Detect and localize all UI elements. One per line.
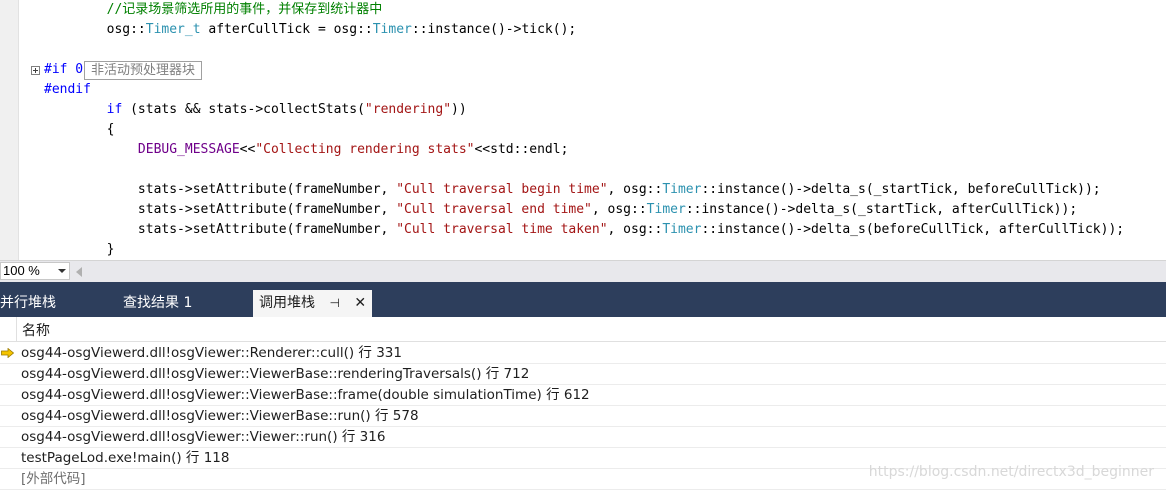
- watermark: https://blog.csdn.net/directx3d_beginner: [868, 464, 1154, 480]
- code-token: "rendering": [364, 102, 452, 117]
- code-editor[interactable]: //记录场景筛选所用的事件，并保存到统计器中 osg::Timer_t afte…: [0, 0, 1166, 260]
- header-gutter: [0, 317, 17, 341]
- call-stack-row[interactable]: osg44-osgViewerd.dll!osgViewer::ViewerBa…: [0, 364, 1166, 385]
- code-token: ::instance()->delta_s(_startTick, afterC…: [685, 202, 1078, 217]
- code-token: Timer: [662, 222, 702, 237]
- code-line[interactable]: //记录场景筛选所用的事件，并保存到统计器中: [44, 0, 383, 20]
- code-token: "Cull traversal time taken": [396, 222, 608, 237]
- code-token: Timer_t: [145, 22, 201, 37]
- current-frame-arrow-icon: [1, 348, 14, 358]
- code-token: , osg::: [591, 202, 647, 217]
- code-token: "Cull traversal begin time": [396, 182, 608, 197]
- code-token: if: [106, 102, 123, 117]
- column-header: 名称: [0, 317, 1166, 342]
- code-token: ::instance()->delta_s(beforeCullTick, af…: [701, 222, 1125, 237]
- code-token: DEBUG_MESSAGE: [137, 142, 240, 157]
- code-token: afterCullTick = osg::: [200, 22, 373, 37]
- code-token: Timer: [662, 182, 702, 197]
- call-stack-frame-text: osg44-osgViewerd.dll!osgViewer::ViewerBa…: [21, 366, 530, 382]
- code-token: #if 0: [44, 62, 84, 77]
- zoom-value: 100 %: [3, 263, 40, 278]
- code-token: {: [44, 122, 115, 137]
- call-stack-row[interactable]: osg44-osgViewerd.dll!osgViewer::ViewerBa…: [0, 385, 1166, 406]
- code-line[interactable]: osg::Timer_t afterCullTick = osg::Timer:…: [44, 20, 577, 40]
- code-token: //记录场景筛选所用的事件，并保存到统计器中: [106, 2, 383, 17]
- code-token: osg::: [44, 22, 146, 37]
- code-token: "Collecting rendering stats": [255, 142, 475, 157]
- code-line[interactable]: stats->setAttribute(frameNumber, "Cull t…: [44, 180, 1101, 200]
- code-token: ::instance()->delta_s(_startTick, before…: [701, 182, 1101, 197]
- code-token: (stats && stats->collectStats(: [122, 102, 365, 117]
- tab-parallel-stacks[interactable]: 并行堆栈: [0, 282, 56, 317]
- call-stack-frame-text: osg44-osgViewerd.dll!osgViewer::ViewerBa…: [21, 408, 419, 424]
- code-line[interactable]: stats->setAttribute(frameNumber, "Cull t…: [44, 220, 1124, 240]
- tab-find-results[interactable]: 查找结果 1: [123, 282, 192, 317]
- code-token: stats->setAttribute(frameNumber,: [44, 182, 397, 197]
- code-token: stats->setAttribute(frameNumber,: [44, 222, 397, 237]
- expand-icon[interactable]: [31, 66, 40, 75]
- editor-status-row: 100 %: [0, 260, 1166, 282]
- tab-label: 查找结果 1: [123, 295, 193, 311]
- tab-label: 并行堆栈: [0, 295, 56, 311]
- code-line[interactable]: {: [44, 120, 115, 140]
- code-token: }: [44, 242, 115, 257]
- call-stack-row[interactable]: osg44-osgViewerd.dll!osgViewer::ViewerBa…: [0, 406, 1166, 427]
- call-stack-row[interactable]: osg44-osgViewerd.dll!osgViewer::Viewer::…: [0, 427, 1166, 448]
- inactive-preprocessor-block[interactable]: 非活动预处理器块: [84, 61, 203, 80]
- code-line[interactable]: #endif: [44, 80, 91, 100]
- chevron-down-icon: [58, 269, 66, 273]
- call-stack-frame-text: [外部代码]: [21, 471, 86, 487]
- call-stack-frame-text: osg44-osgViewerd.dll!osgViewer::Renderer…: [21, 345, 402, 361]
- code-token: Timer: [646, 202, 686, 217]
- call-stack-frame-text: testPageLod.exe!main() 行 118: [21, 450, 230, 466]
- code-token: Timer: [372, 22, 412, 37]
- editor-margin: [0, 0, 19, 260]
- code-token: , osg::: [607, 182, 663, 197]
- call-stack-panel: 名称 osg44-osgViewerd.dll!osgViewer::Rende…: [0, 317, 1166, 490]
- code-token: stats->setAttribute(frameNumber,: [44, 202, 397, 217]
- tab-label: 调用堆栈: [259, 295, 315, 311]
- code-line[interactable]: }: [44, 240, 115, 260]
- code-token: <<: [239, 142, 256, 157]
- code-token: "Cull traversal end time": [396, 202, 592, 217]
- call-stack-row[interactable]: osg44-osgViewerd.dll!osgViewer::Renderer…: [0, 343, 1166, 364]
- call-stack-frame-text: osg44-osgViewerd.dll!osgViewer::Viewer::…: [21, 429, 386, 445]
- close-icon[interactable]: ✕: [354, 290, 366, 317]
- zoom-dropdown[interactable]: 100 %: [0, 262, 70, 280]
- code-line[interactable]: #if 0: [44, 60, 83, 80]
- code-line[interactable]: DEBUG_MESSAGE<<"Collecting rendering sta…: [44, 140, 568, 160]
- scroll-left-icon[interactable]: [76, 267, 82, 277]
- tab-call-stack[interactable]: 调用堆栈 ⊣ ✕: [253, 290, 373, 317]
- code-token: )): [451, 102, 467, 117]
- column-header-name[interactable]: 名称: [22, 320, 50, 340]
- code-token: <<std::endl;: [474, 142, 569, 157]
- code-line[interactable]: if (stats && stats->collectStats("render…: [44, 100, 467, 120]
- tool-window-tabbar: 并行堆栈 查找结果 1 调用堆栈 ⊣ ✕: [0, 282, 1166, 317]
- code-token: #endif: [44, 82, 91, 97]
- code-token: , osg::: [607, 222, 663, 237]
- call-stack-frame-text: osg44-osgViewerd.dll!osgViewer::ViewerBa…: [21, 387, 590, 403]
- code-token: ::instance()->tick();: [411, 22, 577, 37]
- pin-icon[interactable]: ⊣: [329, 290, 339, 317]
- code-line[interactable]: stats->setAttribute(frameNumber, "Cull t…: [44, 200, 1077, 220]
